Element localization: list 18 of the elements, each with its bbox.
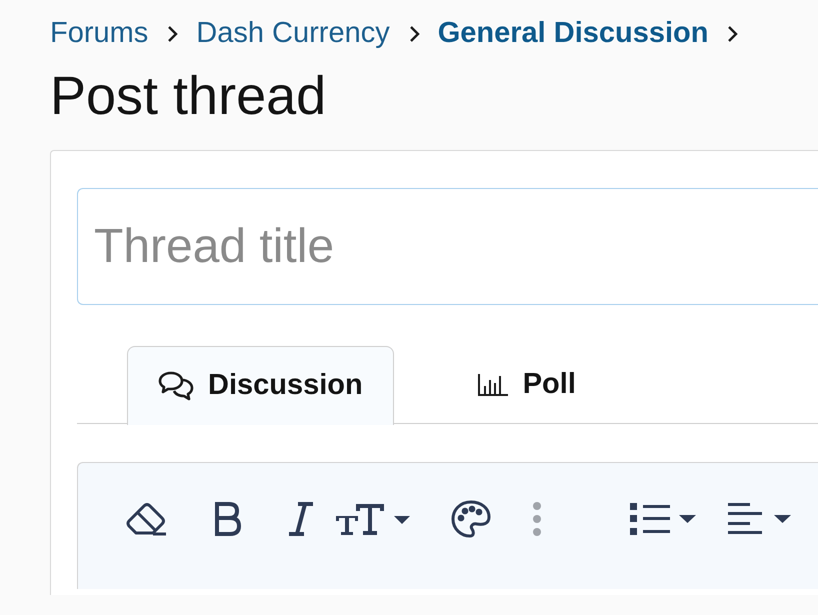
chevron-right-icon xyxy=(726,25,738,43)
palette-icon[interactable] xyxy=(450,499,492,539)
thread-title-field[interactable]: Thread title xyxy=(77,188,818,305)
italic-icon[interactable] xyxy=(288,501,314,537)
breadcrumb-link[interactable]: Dash Currency xyxy=(196,12,390,56)
list-icon[interactable] xyxy=(630,502,696,536)
page-title: Post thread xyxy=(50,65,328,128)
chevron-right-icon xyxy=(166,25,178,43)
bold-icon[interactable] xyxy=(212,501,242,537)
breadcrumb-link[interactable]: Forums xyxy=(50,12,148,56)
eraser-icon[interactable] xyxy=(126,501,168,537)
tab[interactable]: Discussion xyxy=(127,346,394,425)
breadcrumb-link[interactable]: General Discussion xyxy=(438,12,708,56)
chat-bubbles-icon xyxy=(158,371,194,401)
tab[interactable]: Poll xyxy=(394,346,659,424)
chevron-right-icon xyxy=(408,25,420,43)
bar-chart-icon xyxy=(476,372,509,398)
text-size-icon[interactable] xyxy=(334,501,410,537)
